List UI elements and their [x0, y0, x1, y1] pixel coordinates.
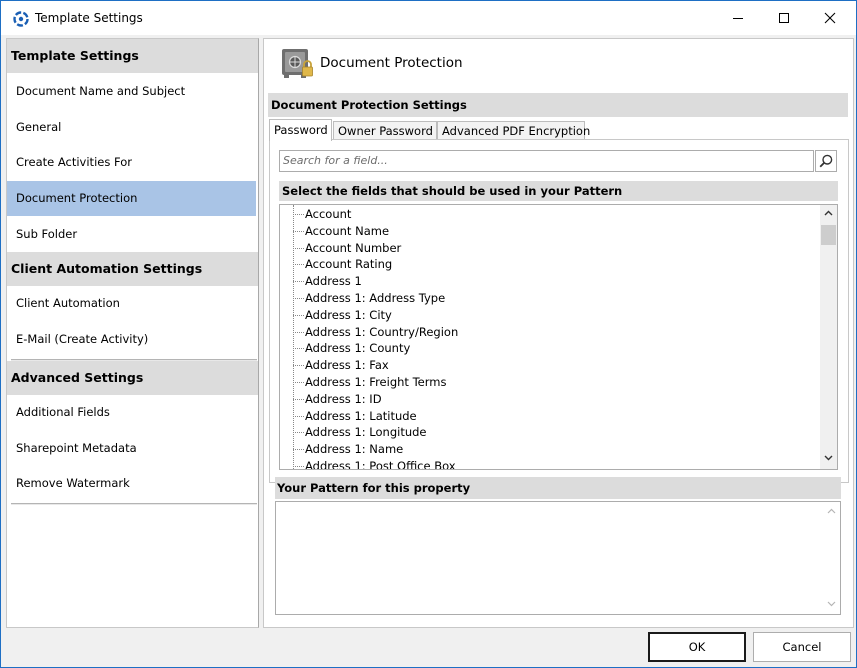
tree-line [293, 247, 304, 249]
sidebar-item-document-protection[interactable]: Document Protection [7, 181, 256, 216]
scroll-up-icon [827, 508, 836, 514]
tab-owner-password[interactable]: Owner Password [333, 121, 437, 140]
tree-line [293, 205, 294, 469]
field-list-item[interactable]: Address 1: Fax [305, 357, 389, 374]
template-settings-window: Template Settings Template Settings Docu… [0, 0, 857, 668]
sidebar-item-create-activities-for[interactable]: Create Activities For [7, 145, 256, 180]
sidebar-item-email-create-activity[interactable]: E-Mail (Create Activity) [7, 322, 256, 357]
sidebar-item-remove-watermark[interactable]: Remove Watermark [7, 466, 256, 501]
safe-lock-icon [282, 49, 313, 78]
tab-advanced-pdf-encryption[interactable]: Advanced PDF Encryption [437, 121, 590, 140]
tree-line [293, 230, 304, 232]
sidebar-divider [11, 503, 257, 505]
tree-line [293, 281, 304, 283]
tree-line [293, 365, 304, 367]
ok-button[interactable]: OK [648, 632, 746, 662]
field-search-input[interactable]: Search for a field... [279, 150, 814, 172]
field-list-item[interactable]: Account [305, 206, 351, 223]
field-list-item[interactable]: Account Name [305, 223, 389, 240]
tree-line [293, 398, 304, 400]
close-button[interactable] [807, 1, 853, 35]
tab-password[interactable]: Password [269, 119, 332, 141]
field-list-item[interactable]: Address 1 [305, 273, 362, 290]
pattern-scrollbar[interactable] [823, 502, 840, 614]
scroll-down-icon [827, 601, 836, 607]
cancel-button[interactable]: Cancel [753, 632, 851, 662]
sidebar-item-sub-folder[interactable]: Sub Folder [7, 217, 256, 252]
tree-line [293, 214, 304, 215]
field-list-item[interactable]: Address 1: Post Office Box [305, 458, 456, 469]
minimize-button[interactable] [715, 1, 761, 35]
field-list-item[interactable]: Address 1: City [305, 307, 392, 324]
close-icon [824, 12, 836, 24]
scroll-down-icon [824, 455, 833, 461]
field-tree-list[interactable]: Account Account Name Account Number Account… [279, 204, 838, 470]
field-list-item[interactable]: Address 1: ID [305, 391, 382, 408]
scroll-up-icon [824, 210, 833, 216]
tree-line [293, 382, 304, 383]
window-title: Template Settings [35, 11, 143, 25]
fields-header: Select the fields that should be used in… [279, 181, 838, 201]
section-header-template-settings: Template Settings [7, 39, 258, 73]
tree-line [293, 466, 304, 467]
search-button[interactable] [815, 150, 837, 172]
tree-line [293, 449, 304, 451]
field-list-item[interactable]: Address 1: Name [305, 441, 403, 458]
tree-line [293, 264, 304, 266]
password-tab-panel: Search for a field... Select the fields … [269, 139, 849, 483]
tree-line [293, 348, 304, 350]
field-list-item[interactable]: Account Rating [305, 256, 392, 273]
tree-line [293, 432, 304, 434]
pattern-header: Your Pattern for this property [275, 477, 841, 499]
field-list-item[interactable]: Address 1: Freight Terms [305, 374, 446, 391]
document-protection-settings-header: Document Protection Settings [268, 93, 848, 117]
tree-line [293, 415, 304, 417]
sidebar-item-client-automation[interactable]: Client Automation [7, 286, 256, 321]
sidebar-item-sharepoint-metadata[interactable]: Sharepoint Metadata [7, 431, 256, 466]
field-list-item[interactable]: Address 1: Address Type [305, 290, 445, 307]
tree-line [293, 298, 304, 299]
main-panel: Document Protection Document Protection … [263, 38, 854, 628]
settings-sidebar: Template Settings Document Name and Subj… [6, 38, 259, 628]
tree-line [293, 314, 304, 316]
page-title: Document Protection [320, 55, 463, 71]
field-list-item[interactable]: Address 1: Country/Region [305, 324, 458, 341]
maximize-icon [779, 13, 789, 23]
search-icon [819, 154, 833, 168]
field-list-item[interactable]: Address 1: County [305, 340, 410, 357]
scroll-thumb[interactable] [821, 225, 836, 245]
sidebar-item-general[interactable]: General [7, 110, 256, 145]
tree-line [293, 331, 304, 333]
title-bar[interactable]: Template Settings [1, 1, 856, 35]
sidebar-item-additional-fields[interactable]: Additional Fields [7, 395, 256, 430]
sidebar-item-document-name-and-subject[interactable]: Document Name and Subject [7, 74, 256, 109]
section-header-client-automation-settings: Client Automation Settings [7, 252, 258, 286]
section-header-advanced-settings: Advanced Settings [7, 361, 258, 395]
field-list-item[interactable]: Address 1: Longitude [305, 424, 427, 441]
field-list-item[interactable]: Address 1: Latitude [305, 408, 417, 425]
field-list-scrollbar[interactable] [820, 205, 837, 469]
maximize-button[interactable] [761, 1, 807, 35]
field-list-item[interactable]: Account Number [305, 240, 401, 257]
minimize-icon [733, 18, 743, 19]
app-logo-icon [13, 11, 29, 27]
pattern-textarea[interactable] [275, 501, 841, 615]
